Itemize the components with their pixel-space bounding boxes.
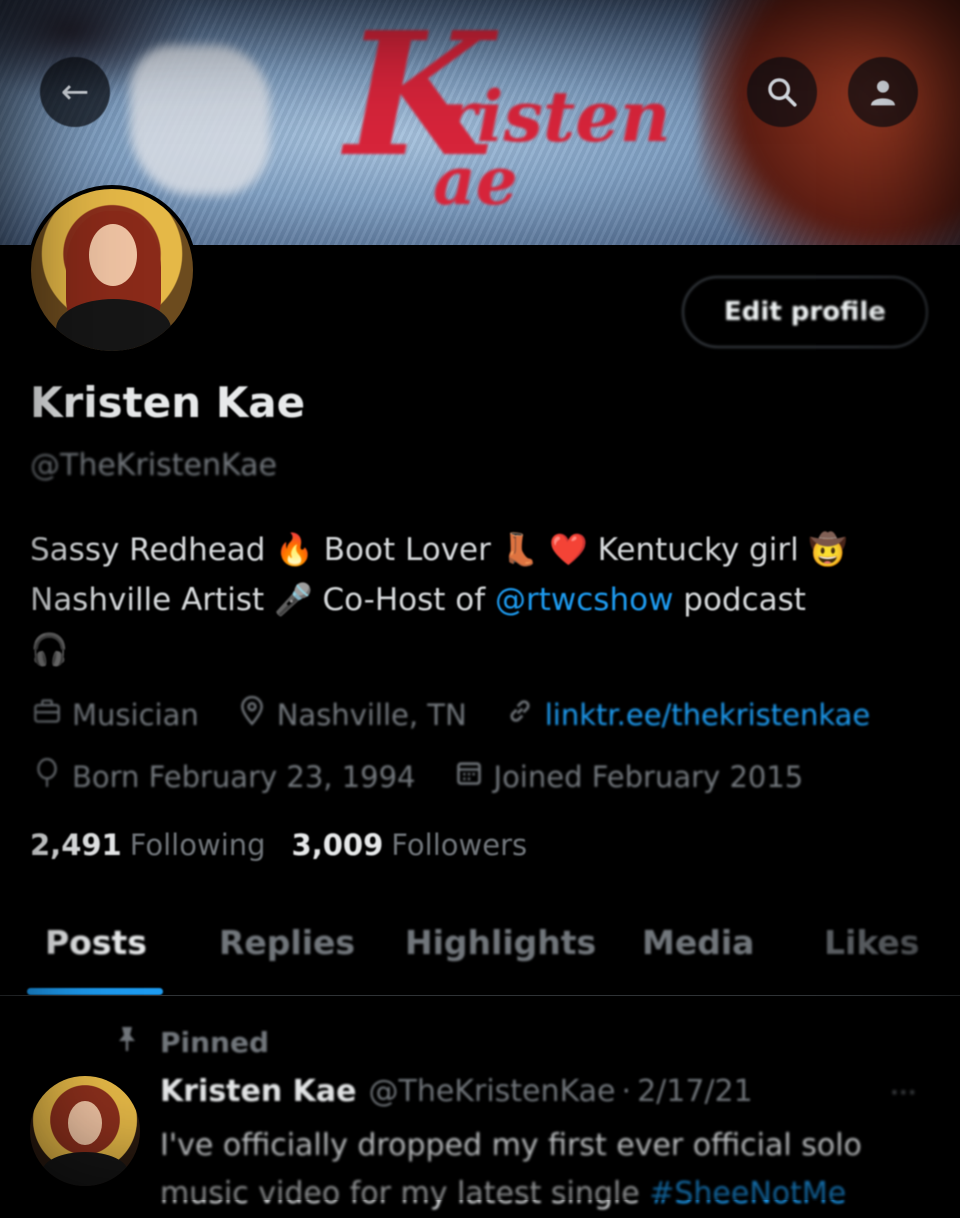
- fire-icon: 🔥: [275, 532, 314, 568]
- post-author-handle[interactable]: @TheKristenKae: [369, 1074, 616, 1109]
- post-text-line: I've officially dropped my first ever of…: [160, 1128, 862, 1163]
- profile-meta-row: Musician Nashville, TN linktr.ee/thekris…: [30, 695, 906, 733]
- followers-link[interactable]: 3,009 Followers: [292, 828, 528, 862]
- bio-text: podcast: [673, 582, 806, 618]
- profession-text: Musician: [72, 697, 199, 732]
- search-icon: [768, 78, 797, 107]
- banner-logo-line2: ae: [433, 142, 518, 220]
- following-label: Following: [129, 828, 266, 862]
- calendar-icon: [452, 759, 486, 794]
- post-body: I've officially dropped my first ever of…: [160, 1122, 940, 1218]
- bio-text: Sassy Redhead: [30, 532, 276, 568]
- bio-text: Co-Host of: [312, 582, 495, 618]
- avatar-shirt: [56, 299, 171, 351]
- avatar-face: [68, 1101, 102, 1145]
- followers-label: Followers: [391, 828, 528, 862]
- bio-text: Nashville Artist: [30, 582, 274, 618]
- birthday-text: Born February 23, 1994: [72, 759, 416, 794]
- post-author-avatar[interactable]: [30, 1076, 140, 1186]
- tabs-divider: [0, 995, 960, 996]
- profile-dates-row: Born February 23, 1994 Joined February 2…: [30, 757, 839, 795]
- website-item[interactable]: linktr.ee/thekristenkae: [503, 697, 871, 732]
- bio-text: Boot Lover: [313, 532, 501, 568]
- birthday-item: Born February 23, 1994: [30, 757, 416, 795]
- post-text-line: music video for my latest single: [160, 1176, 650, 1211]
- post-date[interactable]: 2/17/21: [637, 1074, 753, 1109]
- banner-logo-script: K risten ae: [345, 10, 685, 240]
- tab-media[interactable]: Media: [642, 923, 754, 962]
- headphones-icon: 🎧: [30, 632, 69, 668]
- profile-name: Kristen Kae: [30, 378, 306, 427]
- following-link[interactable]: 2,491 Following: [30, 828, 266, 862]
- heart-icon: ❤️: [549, 532, 588, 568]
- profession-item: Musician: [30, 698, 199, 732]
- tab-likes[interactable]: Likes: [824, 923, 919, 962]
- follow-stats: 2,491 Following 3,009 Followers: [30, 828, 553, 862]
- person-icon: [871, 80, 895, 106]
- pinned-label: Pinned: [160, 1026, 270, 1059]
- avatar-shirt: [42, 1152, 128, 1186]
- tab-highlights[interactable]: Highlights: [405, 923, 596, 962]
- edit-profile-button[interactable]: Edit profile: [682, 276, 928, 348]
- active-tab-indicator: [27, 988, 163, 995]
- tab-posts[interactable]: Posts: [45, 923, 147, 962]
- banner-patch: [130, 45, 270, 195]
- post-header: Kristen Kae @TheKristenKae · 2/17/21: [160, 1074, 753, 1109]
- briefcase-icon: [30, 698, 64, 731]
- link-icon: [503, 697, 537, 732]
- bio-text: Kentucky girl: [587, 532, 809, 568]
- profile-tabs: Posts Replies Highlights Media Likes: [0, 905, 960, 995]
- profile-handle: @TheKristenKae: [30, 448, 277, 483]
- location-text: Nashville, TN: [276, 697, 467, 732]
- microphone-icon: 🎤: [273, 582, 313, 618]
- avatar-face: [89, 224, 137, 286]
- website-link[interactable]: linktr.ee/thekristenkae: [545, 698, 871, 732]
- post-author-name[interactable]: Kristen Kae: [160, 1074, 357, 1109]
- more-options-icon[interactable]: ···: [890, 1076, 917, 1109]
- tab-replies[interactable]: Replies: [219, 923, 355, 962]
- location-item: Nashville, TN: [235, 695, 467, 733]
- arrow-left-icon: ←: [60, 72, 90, 112]
- profile-bio: Sassy Redhead 🔥 Boot Lover 👢 ❤️ Kentucky…: [30, 525, 930, 675]
- account-button[interactable]: [848, 57, 918, 127]
- separator-dot: ·: [621, 1074, 632, 1109]
- following-count: 2,491: [30, 828, 122, 862]
- pin-icon: [112, 1025, 142, 1060]
- joined-text: Joined February 2015: [493, 759, 804, 794]
- location-pin-icon: [235, 695, 269, 733]
- cowboy-icon: 🤠: [808, 532, 848, 568]
- joined-item: Joined February 2015: [452, 759, 804, 794]
- bio-mention-link[interactable]: @rtwcshow: [495, 582, 673, 618]
- followers-count: 3,009: [291, 828, 384, 862]
- banner-hair: [700, 0, 960, 245]
- back-button[interactable]: ←: [40, 57, 110, 127]
- boot-icon: 👢: [500, 532, 540, 568]
- search-button[interactable]: [747, 57, 817, 127]
- balloon-icon: [30, 757, 64, 795]
- post-hashtag-link[interactable]: #SheeNotMe: [649, 1176, 846, 1211]
- profile-avatar[interactable]: [27, 185, 197, 355]
- pinned-indicator: Pinned: [112, 1025, 269, 1060]
